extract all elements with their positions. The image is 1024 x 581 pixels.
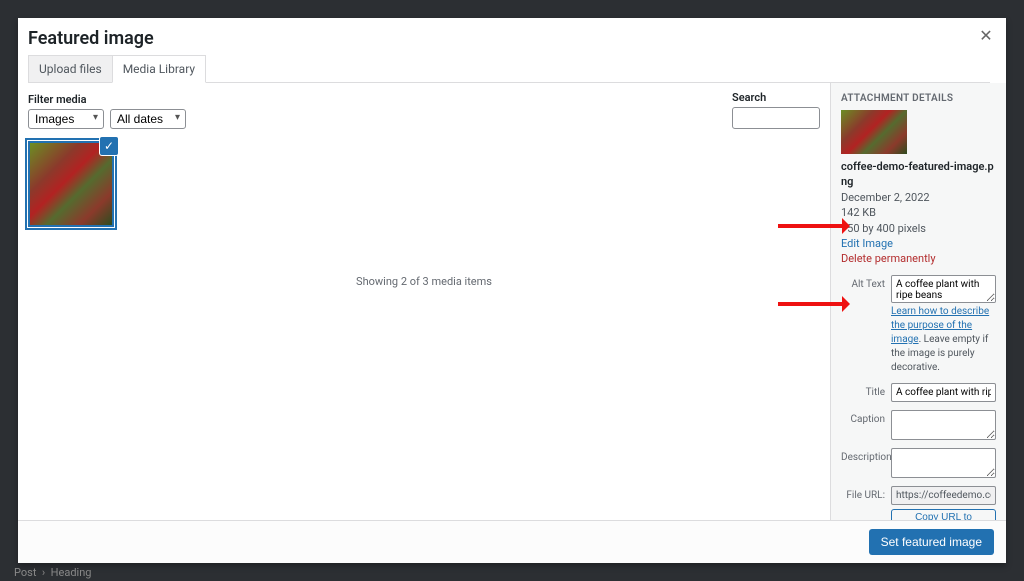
file-url-input[interactable] xyxy=(891,486,996,505)
search-input[interactable] xyxy=(732,107,820,129)
media-type-select[interactable]: Images xyxy=(28,109,104,129)
featured-image-modal: Featured image ✕ Upload files Media Libr… xyxy=(18,18,1006,563)
media-thumb-selected[interactable]: ✓ xyxy=(28,141,114,227)
alt-text-input[interactable]: A coffee plant with ripe beans xyxy=(891,275,996,303)
description-label: Description xyxy=(841,448,885,463)
annotation-arrow-title xyxy=(778,302,848,306)
tab-upload-files[interactable]: Upload files xyxy=(28,55,113,82)
description-input[interactable] xyxy=(891,448,996,478)
media-thumb-image xyxy=(30,143,112,225)
attachment-filesize: 142 KB xyxy=(841,205,996,220)
media-date-select[interactable]: All dates xyxy=(110,109,186,129)
title-label: Title xyxy=(841,383,885,398)
filter-media-label: Filter media xyxy=(28,93,186,106)
tab-media-library[interactable]: Media Library xyxy=(112,55,206,83)
copy-url-button[interactable]: Copy URL to clipboard xyxy=(891,509,996,520)
check-icon[interactable]: ✓ xyxy=(100,137,118,155)
attachment-meta: coffee-demo-featured-image.png December … xyxy=(841,159,996,267)
media-grid: ✓ xyxy=(18,133,830,235)
delete-permanently-link[interactable]: Delete permanently xyxy=(841,251,996,266)
attachment-thumb xyxy=(841,110,907,154)
media-status: Showing 2 of 3 media items xyxy=(18,235,830,328)
annotation-arrow-alt xyxy=(778,224,848,228)
modal-footer: Set featured image xyxy=(18,520,1006,563)
attachment-date: December 2, 2022 xyxy=(841,190,996,205)
tabs: Upload files Media Library xyxy=(28,55,990,83)
search-label: Search xyxy=(732,91,820,104)
modal-header: Featured image ✕ Upload files Media Libr… xyxy=(18,18,1006,83)
edit-image-link[interactable]: Edit Image xyxy=(841,236,996,251)
set-featured-image-button[interactable]: Set featured image xyxy=(869,529,994,555)
breadcrumb: Post › Heading xyxy=(14,566,91,579)
attachment-dimensions: 750 by 400 pixels xyxy=(841,221,996,236)
attachment-filename: coffee-demo-featured-image.png xyxy=(841,159,996,190)
alt-text-label: Alt Text xyxy=(841,275,885,290)
title-input[interactable] xyxy=(891,383,996,402)
file-url-label: File URL: xyxy=(841,486,885,501)
caption-label: Caption xyxy=(841,410,885,425)
toolbar: Filter media Images All dates xyxy=(18,83,830,133)
modal-title: Featured image xyxy=(28,26,990,55)
attachment-heading: ATTACHMENT DETAILS xyxy=(841,93,996,104)
alt-text-help: Learn how to describe the purpose of the… xyxy=(891,305,996,375)
close-icon[interactable]: ✕ xyxy=(976,26,996,46)
media-browser: Filter media Images All dates xyxy=(18,83,831,520)
caption-input[interactable] xyxy=(891,410,996,440)
